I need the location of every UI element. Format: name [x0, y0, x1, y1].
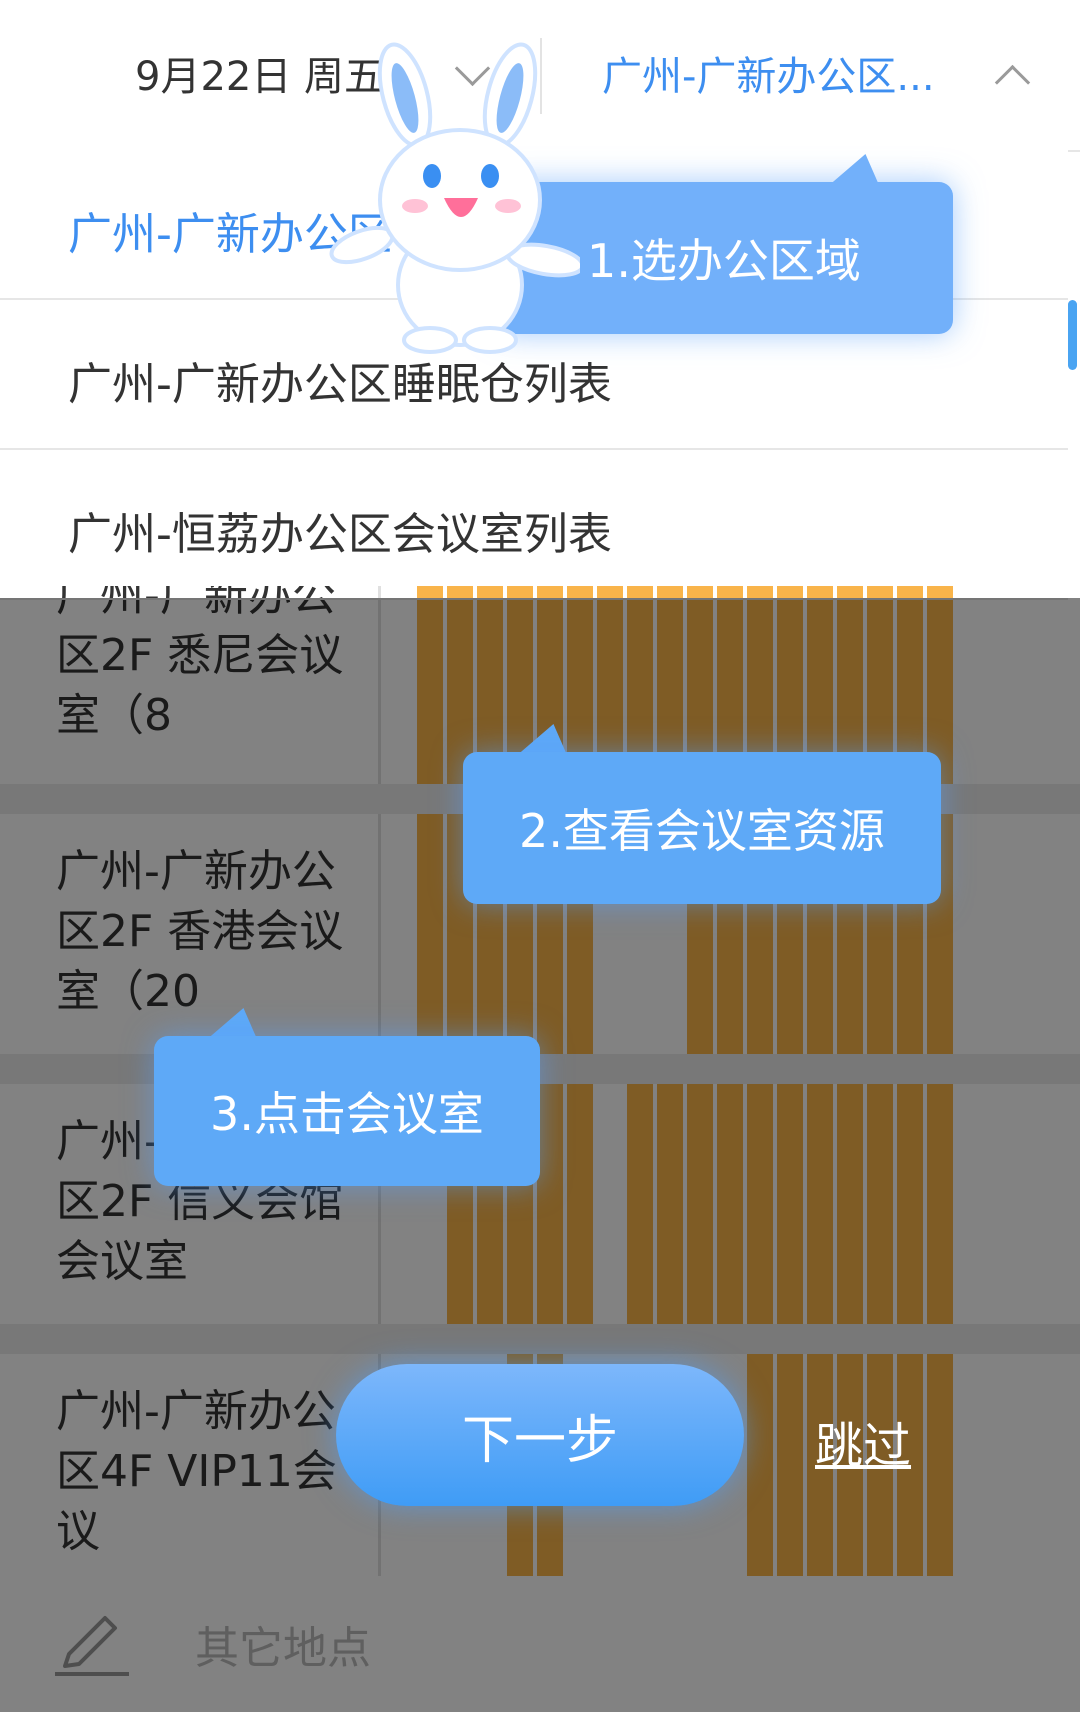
scrollbar[interactable] — [1068, 300, 1077, 370]
location-selector[interactable]: 广州-广新办公区... — [602, 44, 935, 102]
dropdown-item[interactable]: 广州-恒荔办公区会议室列表 — [0, 450, 1068, 600]
bunny-mascot-icon — [329, 42, 580, 354]
dropdown-item-label: 广州-恒荔办公区会议室列表 — [68, 509, 612, 560]
next-step-button[interactable]: 下一步 — [336, 1364, 744, 1506]
guide-tooltip-step3: 3.点击会议室 — [154, 1036, 540, 1186]
guide-tooltip-step2: 2.查看会议室资源 — [463, 752, 941, 904]
skip-link[interactable]: 跳过 — [815, 1406, 911, 1476]
